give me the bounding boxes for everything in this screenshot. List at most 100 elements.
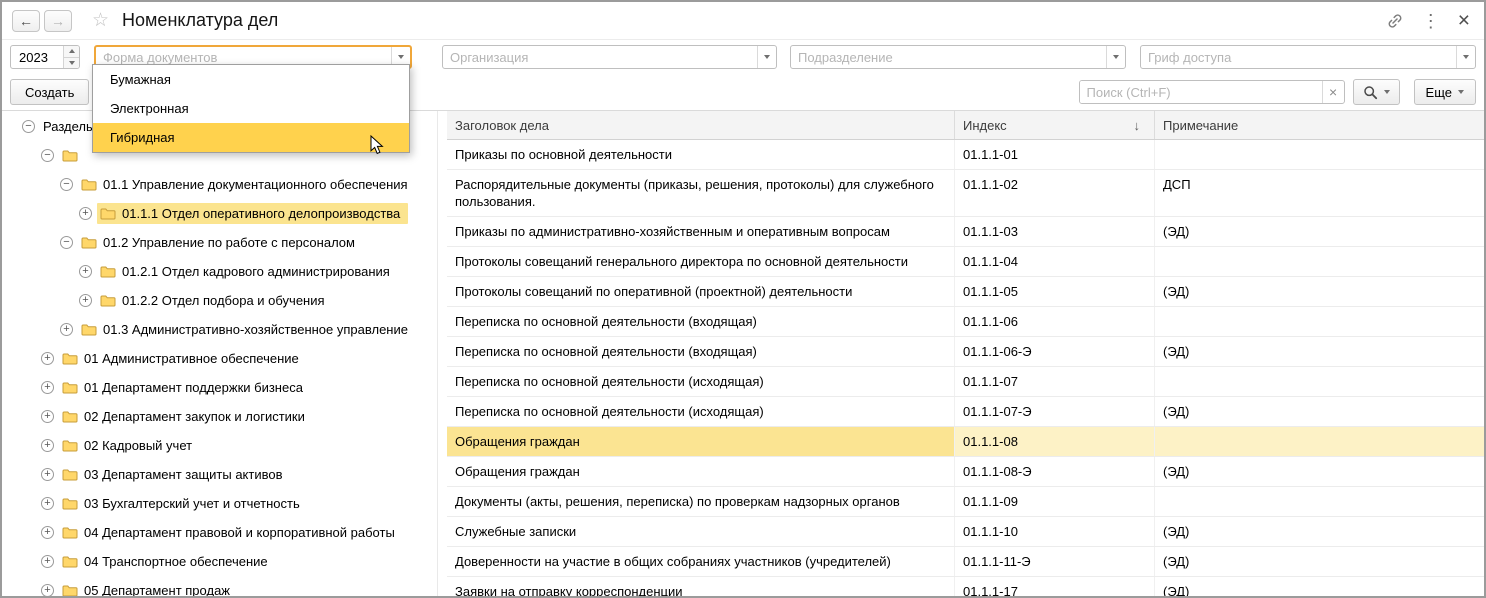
tree-item-content[interactable]: 01 Административное обеспечение: [59, 348, 307, 369]
cell-index: 01.1.1-04: [955, 247, 1155, 276]
tree-item[interactable]: + 05 Департамент продаж: [2, 576, 437, 596]
table-row[interactable]: Документы (акты, решения, переписка) по …: [447, 487, 1484, 517]
forward-button[interactable]: →: [44, 10, 72, 32]
menu-dots-icon[interactable]: ⋮: [1422, 12, 1440, 30]
tree-item-content[interactable]: 03 Департамент защиты активов: [59, 464, 291, 485]
spinner-down-button[interactable]: [64, 58, 79, 69]
more-button[interactable]: Еще: [1414, 79, 1476, 105]
clear-search-icon[interactable]: ×: [1322, 81, 1344, 103]
tree-item[interactable]: + 04 Департамент правовой и корпоративно…: [2, 518, 437, 547]
tree-expander-icon[interactable]: +: [41, 526, 54, 539]
tree-expander-icon[interactable]: +: [41, 497, 54, 510]
tree-expander-icon[interactable]: −: [22, 120, 35, 133]
cell-title: Протоколы совещаний генерального директо…: [447, 247, 955, 276]
dropdown-option[interactable]: Гибридная: [93, 123, 409, 152]
tree-item-content[interactable]: 02 Кадровый учет: [59, 435, 200, 456]
tree-expander-icon[interactable]: +: [79, 265, 92, 278]
tree-item[interactable]: + 01.2.2 Отдел подбора и обучения: [2, 286, 437, 315]
back-button[interactable]: ←: [12, 10, 40, 32]
tree-expander-icon[interactable]: +: [41, 381, 54, 394]
tree-item-content[interactable]: 01.1.1 Отдел оперативного делопроизводст…: [97, 203, 408, 224]
tree-item-content[interactable]: 03 Бухгалтерский учет и отчетность: [59, 493, 308, 514]
tree-item-content[interactable]: 01.2 Управление по работе с персоналом: [78, 232, 363, 253]
folder-icon: [62, 526, 78, 539]
department-combobox[interactable]: Подразделение: [790, 45, 1126, 69]
folder-icon: [62, 555, 78, 568]
dropdown-option[interactable]: Бумажная: [93, 65, 409, 94]
tree-expander-icon[interactable]: −: [60, 178, 73, 191]
column-header-index[interactable]: Индекс ↓: [955, 111, 1155, 139]
tree-expander-icon[interactable]: −: [41, 149, 54, 162]
tree-expander-icon[interactable]: +: [60, 323, 73, 336]
tree-item[interactable]: − 01.2 Управление по работе с персоналом: [2, 228, 437, 257]
table-row[interactable]: Обращения граждан 01.1.1-08: [447, 427, 1484, 457]
tree-expander-icon[interactable]: +: [79, 294, 92, 307]
tree-expander-icon[interactable]: +: [79, 207, 92, 220]
favorite-star-icon[interactable]: ☆: [92, 9, 109, 32]
chevron-down-icon[interactable]: [757, 46, 776, 68]
cell-note: [1155, 427, 1484, 456]
tree-item[interactable]: − 01.1 Управление документационного обес…: [2, 170, 437, 199]
chevron-down-icon[interactable]: [1456, 46, 1475, 68]
tree-item-content[interactable]: 01.1 Управление документационного обеспе…: [78, 174, 416, 195]
table-row[interactable]: Приказы по административно-хозяйственным…: [447, 217, 1484, 247]
organization-combobox[interactable]: Организация: [442, 45, 777, 69]
spinner-up-button[interactable]: [64, 46, 79, 58]
tree-item-content[interactable]: 01.2.1 Отдел кадрового администрирования: [97, 261, 398, 282]
tree-expander-icon[interactable]: +: [41, 555, 54, 568]
tree-expander-icon[interactable]: +: [41, 468, 54, 481]
table-row[interactable]: Приказы по основной деятельности 01.1.1-…: [447, 140, 1484, 170]
table-row[interactable]: Переписка по основной деятельности (вход…: [447, 307, 1484, 337]
tree-item-content[interactable]: 05 Департамент продаж: [59, 580, 238, 596]
splitter[interactable]: [437, 111, 447, 596]
cell-title: Переписка по основной деятельности (вход…: [447, 337, 955, 366]
tree-expander-icon[interactable]: −: [60, 236, 73, 249]
tree-item-content[interactable]: 02 Департамент закупок и логистики: [59, 406, 313, 427]
cell-title: Приказы по основной деятельности: [447, 140, 955, 169]
table-row[interactable]: Служебные записки 01.1.1-10 (ЭД): [447, 517, 1484, 547]
tree-item[interactable]: + 01.3 Административно-хозяйственное упр…: [2, 315, 437, 344]
table-row[interactable]: Обращения граждан 01.1.1-08-Э (ЭД): [447, 457, 1484, 487]
tree-item-content[interactable]: 04 Департамент правовой и корпоративной …: [59, 522, 403, 543]
search-input[interactable]: [1080, 81, 1322, 103]
tree-item-content[interactable]: 01 Департамент поддержки бизнеса: [59, 377, 311, 398]
create-button[interactable]: Создать: [10, 79, 89, 105]
column-header-note[interactable]: Примечание: [1155, 111, 1484, 139]
dropdown-option[interactable]: Электронная: [93, 94, 409, 123]
tree-expander-icon[interactable]: +: [41, 439, 54, 452]
cell-index: 01.1.1-08: [955, 427, 1155, 456]
tree-expander-icon[interactable]: +: [41, 352, 54, 365]
tree-item[interactable]: + 03 Департамент защиты активов: [2, 460, 437, 489]
table-row[interactable]: Доверенности на участие в общих собрания…: [447, 547, 1484, 577]
tree-expander-icon[interactable]: +: [41, 410, 54, 423]
table-row[interactable]: Протоколы совещаний по оперативной (прое…: [447, 277, 1484, 307]
tree-item-content[interactable]: 04 Транспортное обеспечение: [59, 551, 276, 572]
table-row[interactable]: Заявки на отправку корреспонденции 01.1.…: [447, 577, 1484, 596]
chevron-down-icon[interactable]: [1106, 46, 1125, 68]
table-row[interactable]: Распорядительные документы (приказы, реш…: [447, 170, 1484, 217]
year-spinner[interactable]: 2023: [10, 45, 80, 69]
search-box: ×: [1079, 80, 1345, 104]
tree-item[interactable]: + 02 Департамент закупок и логистики: [2, 402, 437, 431]
tree-item[interactable]: + 01.1.1 Отдел оперативного делопроизвод…: [2, 199, 437, 228]
tree-item[interactable]: + 03 Бухгалтерский учет и отчетность: [2, 489, 437, 518]
search-button[interactable]: [1353, 79, 1400, 105]
tree-item[interactable]: + 02 Кадровый учет: [2, 431, 437, 460]
close-icon[interactable]: ×: [1458, 10, 1470, 31]
tree-item-content[interactable]: [59, 146, 92, 165]
cell-index: 01.1.1-07: [955, 367, 1155, 396]
table-row[interactable]: Переписка по основной деятельности (вход…: [447, 337, 1484, 367]
table-row[interactable]: Переписка по основной деятельности (исхо…: [447, 397, 1484, 427]
tree-item-content[interactable]: 01.2.2 Отдел подбора и обучения: [97, 290, 333, 311]
table-row[interactable]: Переписка по основной деятельности (исхо…: [447, 367, 1484, 397]
tree-item[interactable]: + 04 Транспортное обеспечение: [2, 547, 437, 576]
tree-item[interactable]: + 01.2.1 Отдел кадрового администрирован…: [2, 257, 437, 286]
tree-item[interactable]: + 01 Административное обеспечение: [2, 344, 437, 373]
tree-item[interactable]: + 01 Департамент поддержки бизнеса: [2, 373, 437, 402]
link-icon[interactable]: [1386, 12, 1404, 30]
column-header-title[interactable]: Заголовок дела: [447, 111, 955, 139]
access-combobox[interactable]: Гриф доступа: [1140, 45, 1476, 69]
table-row[interactable]: Протоколы совещаний генерального директо…: [447, 247, 1484, 277]
tree-item-content[interactable]: 01.3 Административно-хозяйственное управ…: [78, 319, 416, 340]
tree-expander-icon[interactable]: +: [41, 584, 54, 596]
